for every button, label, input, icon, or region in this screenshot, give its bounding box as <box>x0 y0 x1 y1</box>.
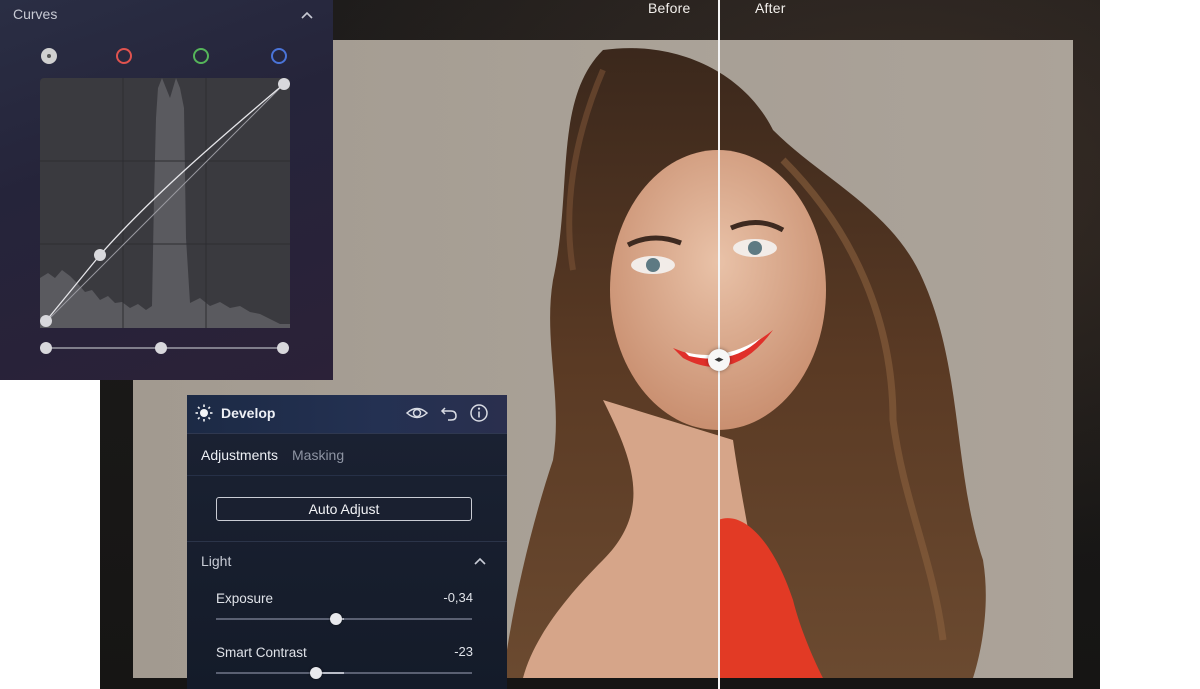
exposure-value[interactable]: -0,34 <box>443 590 473 605</box>
curve-point[interactable] <box>94 249 106 261</box>
compare-divider[interactable] <box>718 0 720 689</box>
eye-icon[interactable] <box>406 403 428 423</box>
curve-point[interactable] <box>278 78 290 90</box>
black-point-handle[interactable] <box>40 342 52 354</box>
channel-luminance-button[interactable] <box>41 48 57 64</box>
channel-red-button[interactable] <box>116 48 132 64</box>
section-divider <box>187 541 507 542</box>
midpoint-handle[interactable] <box>155 342 167 354</box>
develop-tabs: Adjustments Masking <box>187 433 507 476</box>
chevron-up-icon[interactable] <box>473 555 487 569</box>
develop-panel: Develop Adjustments Masking Auto Adjust … <box>187 395 507 689</box>
curves-panel: Curves <box>0 0 333 380</box>
exposure-slider-track[interactable] <box>216 618 472 620</box>
sun-icon <box>195 404 213 422</box>
curve-range-slider[interactable] <box>38 338 294 358</box>
develop-title: Develop <box>221 405 276 421</box>
undo-icon[interactable] <box>440 403 458 423</box>
before-label: Before <box>648 0 691 16</box>
curve-graph[interactable] <box>40 78 290 328</box>
exposure-label: Exposure <box>216 591 274 606</box>
tab-adjustments[interactable]: Adjustments <box>201 447 278 463</box>
after-label: After <box>755 0 786 16</box>
arrows-horizontal-icon: ◂▸ <box>714 355 724 365</box>
curve-point[interactable] <box>40 315 52 327</box>
channel-blue-button[interactable] <box>271 48 287 64</box>
compare-drag-handle[interactable]: ◂▸ <box>708 349 730 371</box>
section-light-title[interactable]: Light <box>201 553 231 569</box>
auto-adjust-button[interactable]: Auto Adjust <box>216 497 472 521</box>
smart-contrast-value[interactable]: -23 <box>454 644 473 659</box>
chevron-up-icon[interactable] <box>300 9 314 23</box>
tab-masking[interactable]: Masking <box>292 447 344 463</box>
info-icon[interactable] <box>469 403 489 423</box>
smart-contrast-slider-track[interactable] <box>216 672 472 674</box>
curves-title: Curves <box>13 6 58 22</box>
smart-contrast-label: Smart Contrast <box>216 645 307 660</box>
exposure-slider-thumb[interactable] <box>330 613 343 625</box>
white-point-handle[interactable] <box>277 342 289 354</box>
develop-header: Develop <box>187 395 507 434</box>
channel-green-button[interactable] <box>193 48 209 64</box>
smart-contrast-slider-thumb[interactable] <box>309 667 322 679</box>
selected-dot-icon <box>47 54 51 58</box>
